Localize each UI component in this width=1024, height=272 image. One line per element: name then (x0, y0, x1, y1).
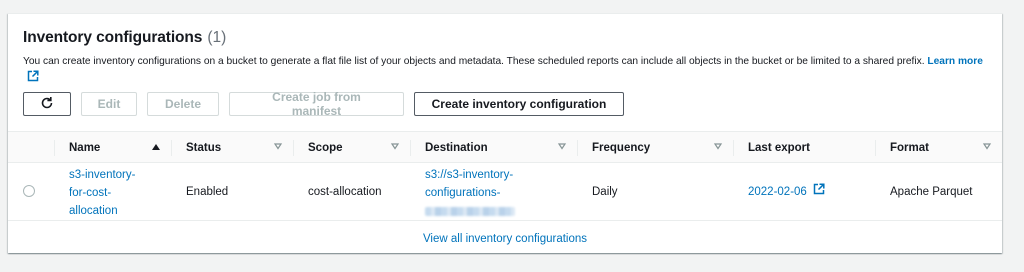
column-label: Destination (425, 142, 488, 154)
sort-ascending-icon (151, 142, 161, 155)
column-divider (733, 140, 734, 156)
config-count: (1) (207, 29, 227, 46)
redacted-blur (425, 207, 515, 216)
column-header-last-export[interactable]: Last export (748, 132, 875, 164)
column-header-frequency[interactable]: Frequency (592, 132, 733, 164)
refresh-icon (40, 96, 54, 113)
edit-button[interactable]: Edit (81, 92, 137, 116)
panel-title: Inventory configurations (23, 29, 203, 46)
column-divider (54, 140, 55, 156)
destination-line: configurations- (425, 187, 501, 199)
toolbar: Edit Delete Create job from manifest Cre… (23, 90, 624, 118)
column-divider (410, 140, 411, 156)
column-label: Status (186, 142, 222, 154)
column-divider (875, 140, 876, 156)
delete-button[interactable]: Delete (147, 92, 219, 116)
table-footer: View all inventory configurations (8, 227, 1002, 251)
scope-cell: cost-allocation (308, 186, 382, 198)
last-export-date: 2022-02-06 (748, 186, 807, 198)
column-label: Frequency (592, 142, 651, 154)
column-label: Format (890, 142, 929, 154)
name-line: s3-inventory- (69, 169, 136, 181)
destination-link[interactable]: s3://s3-inventory- configurations- (425, 166, 575, 222)
learn-more-label: Learn more (927, 56, 983, 67)
column-divider (293, 140, 294, 156)
sort-caret-icon (273, 141, 283, 154)
title-row: Inventory configurations (1) (23, 29, 987, 49)
sort-caret-icon (557, 141, 567, 154)
sort-caret-icon (713, 141, 723, 154)
status-cell: Enabled (186, 186, 229, 198)
column-label: Last export (748, 142, 810, 154)
name-line: for-cost- (69, 187, 112, 199)
description-text: You can create inventory configurations … (23, 56, 925, 67)
column-header-destination[interactable]: Destination (425, 132, 577, 164)
column-header-format[interactable]: Format (890, 132, 1002, 164)
sort-caret-icon (390, 141, 400, 154)
name-line: allocation (69, 205, 118, 217)
inventory-configurations-panel: Inventory configurations (1) You can cre… (8, 13, 1002, 253)
table-header: Name Status Scope Destination Frequency (8, 131, 1002, 163)
panel-description: You can create inventory configurations … (23, 54, 983, 88)
view-all-link[interactable]: View all inventory configurations (423, 233, 587, 245)
column-header-status[interactable]: Status (186, 132, 293, 164)
inventory-table: Name Status Scope Destination Frequency (8, 131, 1002, 221)
format-cell: Apache Parquet (890, 186, 973, 198)
create-inventory-configuration-button[interactable]: Create inventory configuration (414, 92, 624, 116)
column-label: Scope (308, 142, 343, 154)
table-row: s3-inventory- for-cost- allocation Enabl… (8, 163, 1002, 221)
external-link-icon (27, 70, 39, 88)
column-label: Name (69, 142, 101, 154)
external-link-icon (813, 183, 825, 201)
create-job-button[interactable]: Create job from manifest (229, 90, 404, 118)
panel-header: Inventory configurations (1) You can cre… (23, 29, 987, 88)
name-link[interactable]: s3-inventory- for-cost- allocation (69, 166, 169, 220)
frequency-cell: Daily (592, 186, 618, 198)
destination-line: s3://s3-inventory- (425, 169, 514, 181)
sort-caret-icon (982, 141, 992, 154)
column-divider (577, 140, 578, 156)
refresh-button[interactable] (23, 92, 71, 116)
column-divider (171, 140, 172, 156)
column-header-name[interactable]: Name (69, 132, 171, 164)
redacted-account-id (425, 202, 575, 222)
column-header-scope[interactable]: Scope (308, 132, 410, 164)
last-export-link[interactable]: 2022-02-06 (748, 183, 825, 201)
row-select-radio[interactable] (23, 185, 35, 197)
